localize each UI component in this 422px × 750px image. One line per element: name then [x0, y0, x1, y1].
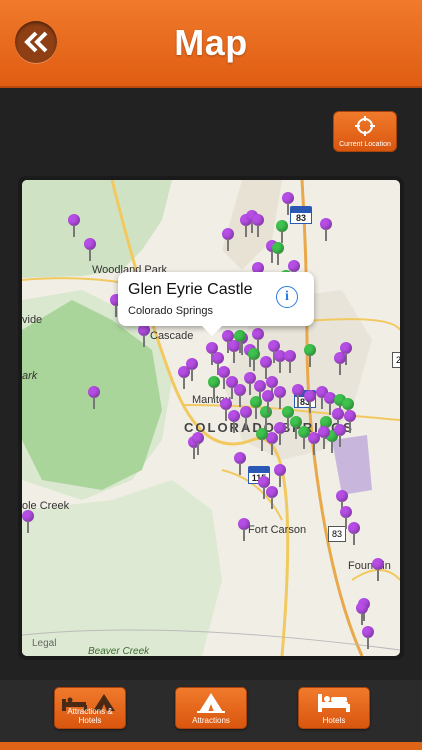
attraction-pin[interactable] — [282, 192, 294, 216]
current-location-button[interactable]: Current Location — [333, 111, 397, 152]
attraction-pin[interactable] — [68, 214, 80, 238]
label-fountain: Fountain — [348, 560, 391, 572]
hotels-label: Hotels — [322, 716, 346, 725]
attraction-pin[interactable] — [252, 214, 264, 238]
crosshair-icon — [355, 116, 375, 136]
attraction-pin[interactable] — [88, 386, 100, 410]
label-park: ark — [22, 370, 38, 382]
hotel-pin[interactable] — [248, 348, 260, 372]
label-fort-carson: Fort Carson — [248, 524, 307, 536]
attraction-pin[interactable] — [308, 432, 320, 456]
attraction-pin[interactable] — [186, 358, 198, 382]
attraction-pin[interactable] — [84, 238, 96, 262]
hotel-pin[interactable] — [256, 428, 268, 452]
bottom-accent-bar — [0, 742, 422, 750]
attractions-hotels-button[interactable]: Attractions & Hotels — [54, 687, 126, 729]
attraction-pin[interactable] — [266, 486, 278, 510]
attraction-pin[interactable] — [292, 384, 304, 408]
attractions-button[interactable]: Attractions — [175, 687, 247, 729]
attraction-pin[interactable] — [22, 510, 34, 534]
attraction-pin[interactable] — [192, 432, 204, 456]
label-cascade: Cascade — [150, 330, 194, 342]
current-location-label: Current Location — [339, 141, 391, 148]
attraction-pin[interactable] — [220, 398, 232, 422]
hotel-pin[interactable] — [272, 242, 284, 266]
page-title: Map — [174, 22, 248, 63]
attraction-pin[interactable] — [262, 390, 274, 414]
attraction-pin[interactable] — [356, 602, 368, 626]
attraction-pin[interactable] — [334, 424, 346, 448]
map-frame: Woodland Park vide Cascade ark Manitou C… — [18, 176, 404, 660]
attraction-pin[interactable] — [222, 228, 234, 252]
attraction-pin[interactable] — [372, 558, 384, 582]
callout-subtitle: Colorado Springs — [128, 305, 213, 317]
tent-icon — [197, 693, 225, 713]
info-icon[interactable]: i — [276, 286, 298, 308]
attraction-pin[interactable] — [320, 218, 332, 242]
attraction-pin[interactable] — [284, 350, 296, 374]
label-beaver-creek: Beaver Creek — [88, 646, 150, 656]
attraction-pin[interactable] — [304, 390, 316, 414]
attraction-pin[interactable] — [274, 464, 286, 488]
legal-link[interactable]: Legal — [32, 638, 56, 649]
highway-shield-24: 24 — [392, 352, 400, 368]
label-divide: vide — [22, 314, 43, 326]
attraction-pin[interactable] — [362, 626, 374, 650]
header-bar: Map — [0, 0, 422, 88]
pin-callout[interactable]: Glen Eyrie Castle Colorado Springs i — [118, 272, 314, 336]
attraction-pin[interactable] — [238, 518, 250, 542]
hotel-pin[interactable] — [234, 330, 246, 354]
callout-title: Glen Eyrie Castle — [128, 281, 253, 298]
attraction-pin[interactable] — [334, 352, 346, 376]
hotels-button[interactable]: Hotels — [298, 687, 370, 729]
map-view[interactable]: Woodland Park vide Cascade ark Manitou C… — [22, 180, 400, 656]
attraction-pin[interactable] — [240, 406, 252, 430]
attraction-pin[interactable] — [138, 324, 150, 348]
attraction-pin[interactable] — [348, 522, 360, 546]
hotel-pin[interactable] — [304, 344, 316, 368]
attraction-pin[interactable] — [234, 452, 246, 476]
hotel-pin[interactable] — [276, 220, 288, 244]
attractions-label: Attractions — [192, 716, 230, 725]
bed-icon — [318, 694, 350, 712]
attractions-hotels-label: Attractions & Hotels — [67, 707, 113, 725]
